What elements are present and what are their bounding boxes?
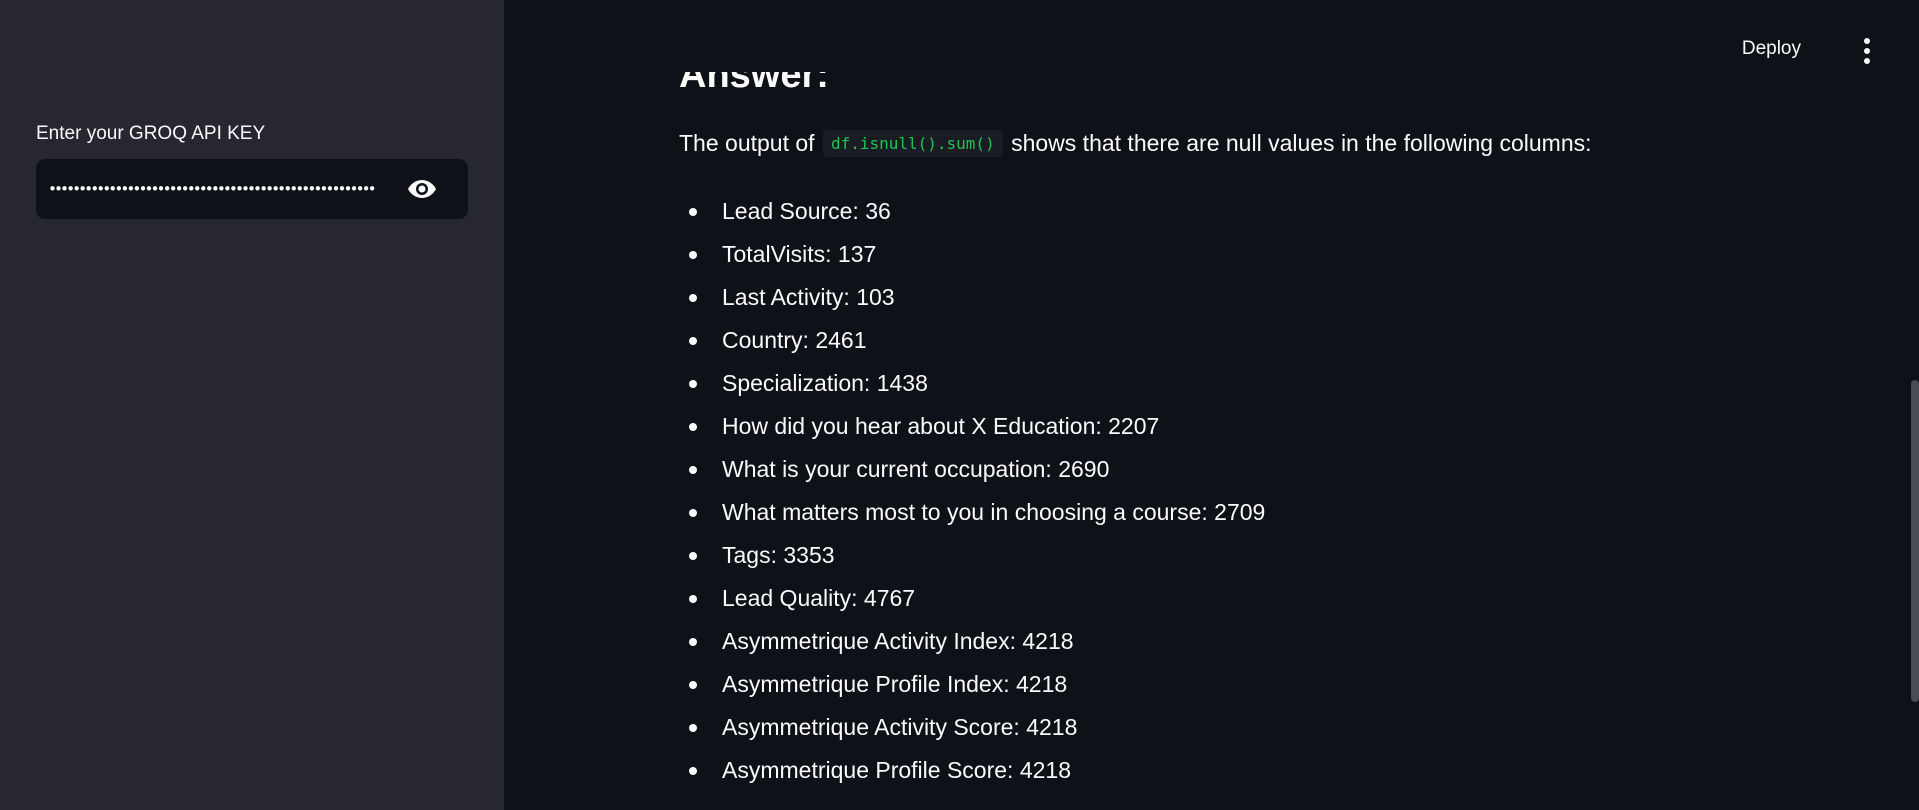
deploy-button[interactable]: Deploy <box>1742 38 1801 60</box>
list-item: TotalVisits: 137 <box>679 233 1265 276</box>
list-item: How did you hear about X Education: 2207 <box>679 405 1265 448</box>
list-item: Asymmetrique Profile Score: 4218 <box>679 749 1265 792</box>
api-key-label: Enter your GROQ API KEY <box>36 123 266 144</box>
vertical-dots-icon <box>1864 38 1870 44</box>
list-item: Lead Source: 36 <box>679 190 1265 233</box>
intro-text-before: The output of <box>679 130 821 156</box>
list-item: What matters most to you in choosing a c… <box>679 491 1265 534</box>
eye-icon <box>408 180 436 198</box>
null-columns-list: Lead Source: 36 TotalVisits: 137 Last Ac… <box>679 190 1265 792</box>
list-item: Asymmetrique Activity Index: 4218 <box>679 620 1265 663</box>
header-bar <box>504 0 1919 72</box>
list-item: Specialization: 1438 <box>679 362 1265 405</box>
api-key-field <box>36 159 468 219</box>
main-menu-button[interactable] <box>1861 38 1873 64</box>
inline-code: df.isnull().sum() <box>822 130 1003 157</box>
sidebar: Enter your GROQ API KEY <box>0 0 504 810</box>
list-item: Asymmetrique Activity Score: 4218 <box>679 706 1265 749</box>
list-item: Last Activity: 103 <box>679 276 1265 319</box>
answer-intro: The output of df.isnull().sum() shows th… <box>679 130 1592 157</box>
list-item: What is your current occupation: 2690 <box>679 448 1265 491</box>
app: Enter your GROQ API KEY Answer: Deploy T… <box>0 0 1919 810</box>
list-item: Asymmetrique Profile Index: 4218 <box>679 663 1265 706</box>
list-item: Lead Quality: 4767 <box>679 577 1265 620</box>
scrollbar-thumb[interactable] <box>1911 380 1919 702</box>
main-content: Answer: Deploy The output of df.isnull()… <box>504 0 1919 810</box>
api-key-input[interactable] <box>48 159 418 219</box>
intro-text-after: shows that there are null values in the … <box>1004 130 1592 156</box>
list-item: Country: 2461 <box>679 319 1265 362</box>
list-item: Tags: 3353 <box>679 534 1265 577</box>
show-password-button[interactable] <box>406 175 438 203</box>
